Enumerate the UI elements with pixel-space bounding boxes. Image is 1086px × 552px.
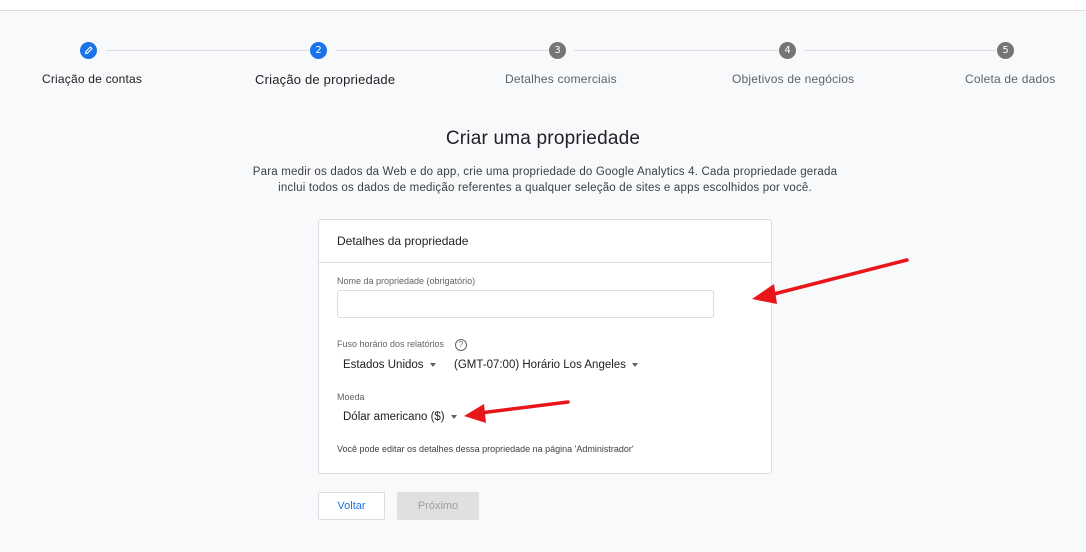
timezone-label: Fuso horário dos relatórios: [337, 339, 445, 349]
admin-edit-note: Você pode editar os detalhes dessa propr…: [337, 444, 634, 454]
stepper-connector: [804, 50, 996, 51]
property-name-input[interactable]: [337, 290, 714, 318]
pencil-icon: [84, 46, 93, 55]
currency-label: Moeda: [337, 392, 365, 402]
currency-select-value: Dólar americano ($): [343, 411, 445, 423]
step-5-indicator: 5: [997, 42, 1014, 59]
step-1-indicator: [80, 42, 97, 59]
step-2-indicator: 2: [310, 42, 327, 59]
country-select-value: Estados Unidos: [343, 359, 424, 371]
step-2-label: Criação de propriedade: [255, 72, 396, 87]
card-header: Detalhes da propriedade: [319, 220, 771, 263]
caret-down-icon: [429, 362, 436, 367]
next-button[interactable]: Próximo: [397, 492, 479, 520]
property-name-label: Nome da propriedade (obrigatório): [337, 276, 476, 286]
step-4-label: Objetivos de negócios: [732, 72, 855, 86]
top-bar: [0, 0, 1086, 11]
currency-select[interactable]: Dólar americano ($): [343, 411, 457, 423]
caret-down-icon: [631, 362, 638, 367]
card-title: Detalhes da propriedade: [337, 234, 469, 248]
help-circle-icon[interactable]: ?: [455, 339, 467, 351]
stepper-connector: [336, 50, 549, 51]
caret-down-icon: [450, 414, 457, 419]
step-3-label: Detalhes comerciais: [505, 72, 617, 86]
page-description: Para medir os dados da Web e do app, cri…: [252, 166, 838, 194]
stepper-connector: [574, 50, 779, 51]
step-3-indicator: 3: [549, 42, 566, 59]
step-5-label: Coleta de dados: [965, 72, 1056, 86]
country-select[interactable]: Estados Unidos: [343, 359, 436, 371]
timezone-select-value: (GMT-07:00) Horário Los Angeles: [454, 359, 626, 371]
page-title: Criar uma propriedade: [445, 128, 641, 149]
timezone-select[interactable]: (GMT-07:00) Horário Los Angeles: [454, 359, 638, 371]
back-button[interactable]: Voltar: [318, 492, 385, 520]
red-arrow-icon: [752, 258, 909, 304]
step-4-indicator: 4: [779, 42, 796, 59]
stepper-connector: [106, 50, 309, 51]
step-1-label: Criação de contas: [42, 72, 143, 86]
property-details-card: Detalhes da propriedade Nome da propried…: [318, 219, 772, 474]
